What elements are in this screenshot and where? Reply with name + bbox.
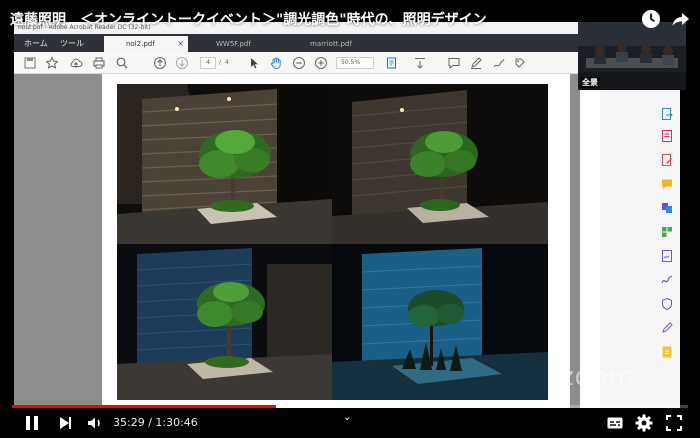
- close-tab-icon[interactable]: ×: [177, 39, 184, 48]
- page-down-icon[interactable]: [174, 55, 190, 71]
- tab-nol2[interactable]: nol2.pdf ×: [104, 36, 188, 52]
- select-cursor-icon[interactable]: [246, 55, 262, 71]
- menu-home[interactable]: ホーム: [24, 38, 48, 49]
- create-pdf-icon[interactable]: [660, 128, 674, 142]
- tab-ww5f[interactable]: WW5F.pdf: [208, 36, 288, 52]
- acrobat-tab-bar: ホーム ツール nol2.pdf × WW5F.pdf marriott.pdf: [14, 34, 580, 52]
- fullscreen-button[interactable]: [664, 413, 684, 433]
- zoom-level-value: 50.5%: [341, 59, 361, 66]
- pdf-page: [102, 74, 570, 408]
- comment-icon[interactable]: [446, 55, 462, 71]
- left-margin-area: [14, 74, 102, 408]
- fit-page-icon[interactable]: [384, 55, 400, 71]
- send-for-signature-icon[interactable]: [660, 272, 674, 286]
- combine-files-icon[interactable]: [660, 200, 674, 214]
- highlight-pen-icon[interactable]: [468, 55, 484, 71]
- settings-gear-icon[interactable]: [634, 413, 654, 433]
- protect-icon[interactable]: [660, 296, 674, 311]
- tab-label: marriott.pdf: [310, 40, 353, 48]
- lighting-photo-cool-left: [117, 244, 332, 400]
- tab-label: WW5F.pdf: [216, 40, 251, 48]
- pause-button[interactable]: [22, 413, 42, 433]
- print-icon[interactable]: [91, 55, 107, 71]
- camera-label: 全景: [580, 77, 600, 88]
- lighting-photo-warm-left: [117, 84, 332, 244]
- edit-pdf-icon[interactable]: [660, 152, 674, 166]
- acrobat-window: nol2.pdf - Adobe Acrobat Reader DC (32-b…: [14, 22, 580, 408]
- export-pdf-icon[interactable]: [660, 106, 674, 120]
- more-tools-icon[interactable]: [660, 344, 674, 358]
- video-title[interactable]: 遠藤照明 ＜オンライントークイベント＞"調光調色"時代の、照明デザイン: [10, 9, 487, 29]
- search-icon[interactable]: [114, 55, 130, 71]
- right-margin-area: [570, 74, 580, 408]
- next-button[interactable]: [55, 413, 75, 433]
- comment-tool-icon[interactable]: [660, 176, 674, 190]
- share-icon[interactable]: [670, 8, 692, 30]
- zoom-level-select[interactable]: 50.5%: [336, 57, 374, 69]
- document-viewport[interactable]: [14, 74, 580, 408]
- tab-label: nol2.pdf: [126, 40, 155, 48]
- tab-marriott[interactable]: marriott.pdf: [302, 36, 382, 52]
- draw-icon[interactable]: [491, 55, 507, 71]
- stamp-icon[interactable]: [512, 55, 528, 71]
- page-separator: /: [219, 59, 222, 66]
- time-display: 35:29 / 1:30:46: [113, 416, 198, 429]
- camera-feed: 全景: [578, 22, 686, 90]
- progress-played: [12, 405, 276, 408]
- cloud-upload-icon[interactable]: [68, 55, 84, 71]
- volume-button[interactable]: [85, 413, 105, 433]
- save-icon[interactable]: [22, 55, 38, 71]
- acrobat-toolbar: 4 / 4 50.5%: [14, 52, 580, 74]
- page-up-icon[interactable]: [152, 55, 168, 71]
- zoom-in-icon[interactable]: [313, 55, 329, 71]
- fill-sign-icon[interactable]: [660, 248, 674, 262]
- star-icon[interactable]: [44, 55, 60, 71]
- hand-tool-icon[interactable]: [268, 55, 284, 71]
- progress-bar[interactable]: [12, 405, 688, 408]
- subtitles-button[interactable]: [605, 413, 625, 433]
- zoom-out-icon[interactable]: [291, 55, 307, 71]
- prepare-form-icon[interactable]: [660, 320, 674, 334]
- chevron-down-icon[interactable]: ⌄: [343, 412, 351, 423]
- lighting-photo-cool-right: [332, 244, 548, 400]
- page-total: 4: [225, 59, 229, 66]
- lighting-photo-warm-right: [332, 84, 548, 244]
- menu-tools[interactable]: ツール: [60, 38, 84, 49]
- zoom-watermark: zoom: [560, 362, 635, 392]
- watch-later-icon[interactable]: [640, 8, 662, 30]
- page-number-input[interactable]: 4: [200, 57, 216, 69]
- scroll-mode-icon[interactable]: [412, 55, 428, 71]
- right-scroll-strip: [580, 90, 600, 408]
- organize-pages-icon[interactable]: [660, 224, 674, 238]
- video-player[interactable]: nol2.pdf - Adobe Acrobat Reader DC (32-b…: [0, 0, 700, 438]
